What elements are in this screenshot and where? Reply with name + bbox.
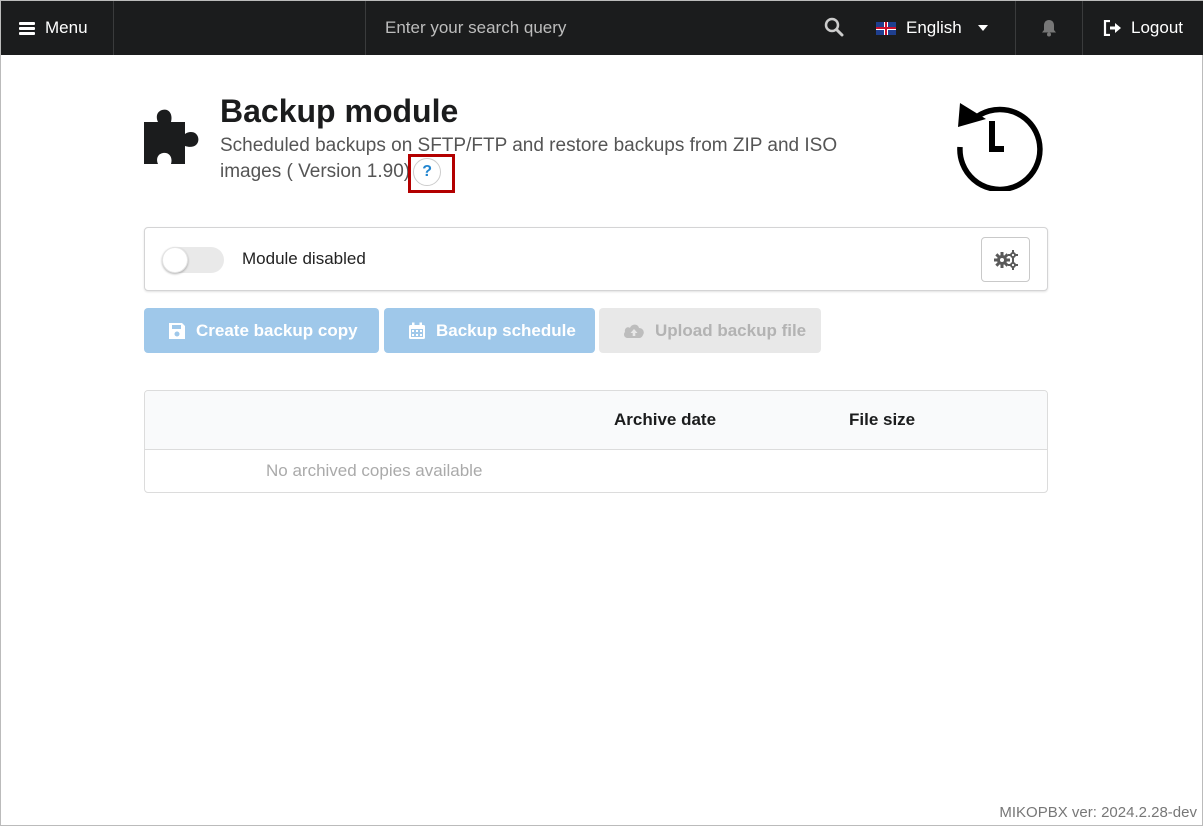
toggle-knob (162, 247, 188, 273)
hamburger-icon (19, 21, 35, 35)
calendar-icon (409, 322, 425, 339)
backup-schedule-button[interactable]: Backup schedule (384, 308, 595, 353)
logout-label: Logout (1131, 18, 1183, 37)
column-header-file-size: File size (849, 410, 916, 429)
language-label: English (906, 18, 962, 37)
save-icon (169, 322, 185, 339)
notifications-button[interactable] (1016, 1, 1083, 55)
create-backup-button[interactable]: Create backup copy (144, 308, 379, 353)
upload-backup-button[interactable]: Upload backup file (599, 308, 821, 353)
empty-table-message: No archived copies available (266, 461, 483, 480)
version-footer: MIKOPBX ver: 2024.2.28-dev (999, 804, 1197, 821)
sign-out-icon (1103, 20, 1121, 36)
backup-archive-table: Archive date File size No archived copie… (144, 390, 1048, 493)
page-title: Backup module (220, 93, 459, 129)
module-settings-button[interactable] (981, 237, 1030, 282)
search-box (366, 1, 856, 55)
menu-label: Menu (45, 18, 88, 37)
chevron-down-icon (977, 25, 988, 31)
search-input[interactable] (385, 18, 805, 38)
puzzle-piece-icon (144, 109, 199, 164)
create-backup-label: Create backup copy (196, 320, 358, 340)
language-selector[interactable]: English (856, 1, 1016, 55)
uk-flag-icon (876, 21, 896, 35)
module-status-segment: Module disabled (144, 227, 1048, 291)
column-header-archive-date: Archive date (614, 410, 717, 429)
module-toggle[interactable] (162, 247, 224, 273)
upload-backup-label: Upload backup file (655, 320, 807, 340)
top-navbar: Menu English Logout (1, 1, 1203, 55)
search-icon[interactable] (824, 17, 844, 37)
cloud-upload-icon (624, 324, 644, 338)
backup-schedule-label: Backup schedule (436, 320, 576, 340)
navbar-spacer (114, 1, 366, 55)
module-status-label: Module disabled (242, 249, 366, 268)
help-highlight-box (408, 154, 455, 193)
menu-button[interactable]: Menu (1, 1, 114, 55)
page-description: Scheduled backups on SFTP/FTP and restor… (220, 134, 860, 186)
description-text: Scheduled backups on SFTP/FTP and restor… (220, 135, 838, 183)
logout-button[interactable]: Logout (1083, 1, 1203, 55)
table-header: Archive date File size (145, 391, 1047, 450)
cogs-icon (993, 249, 1018, 270)
history-icon (957, 103, 1043, 191)
bell-icon (1042, 20, 1056, 37)
